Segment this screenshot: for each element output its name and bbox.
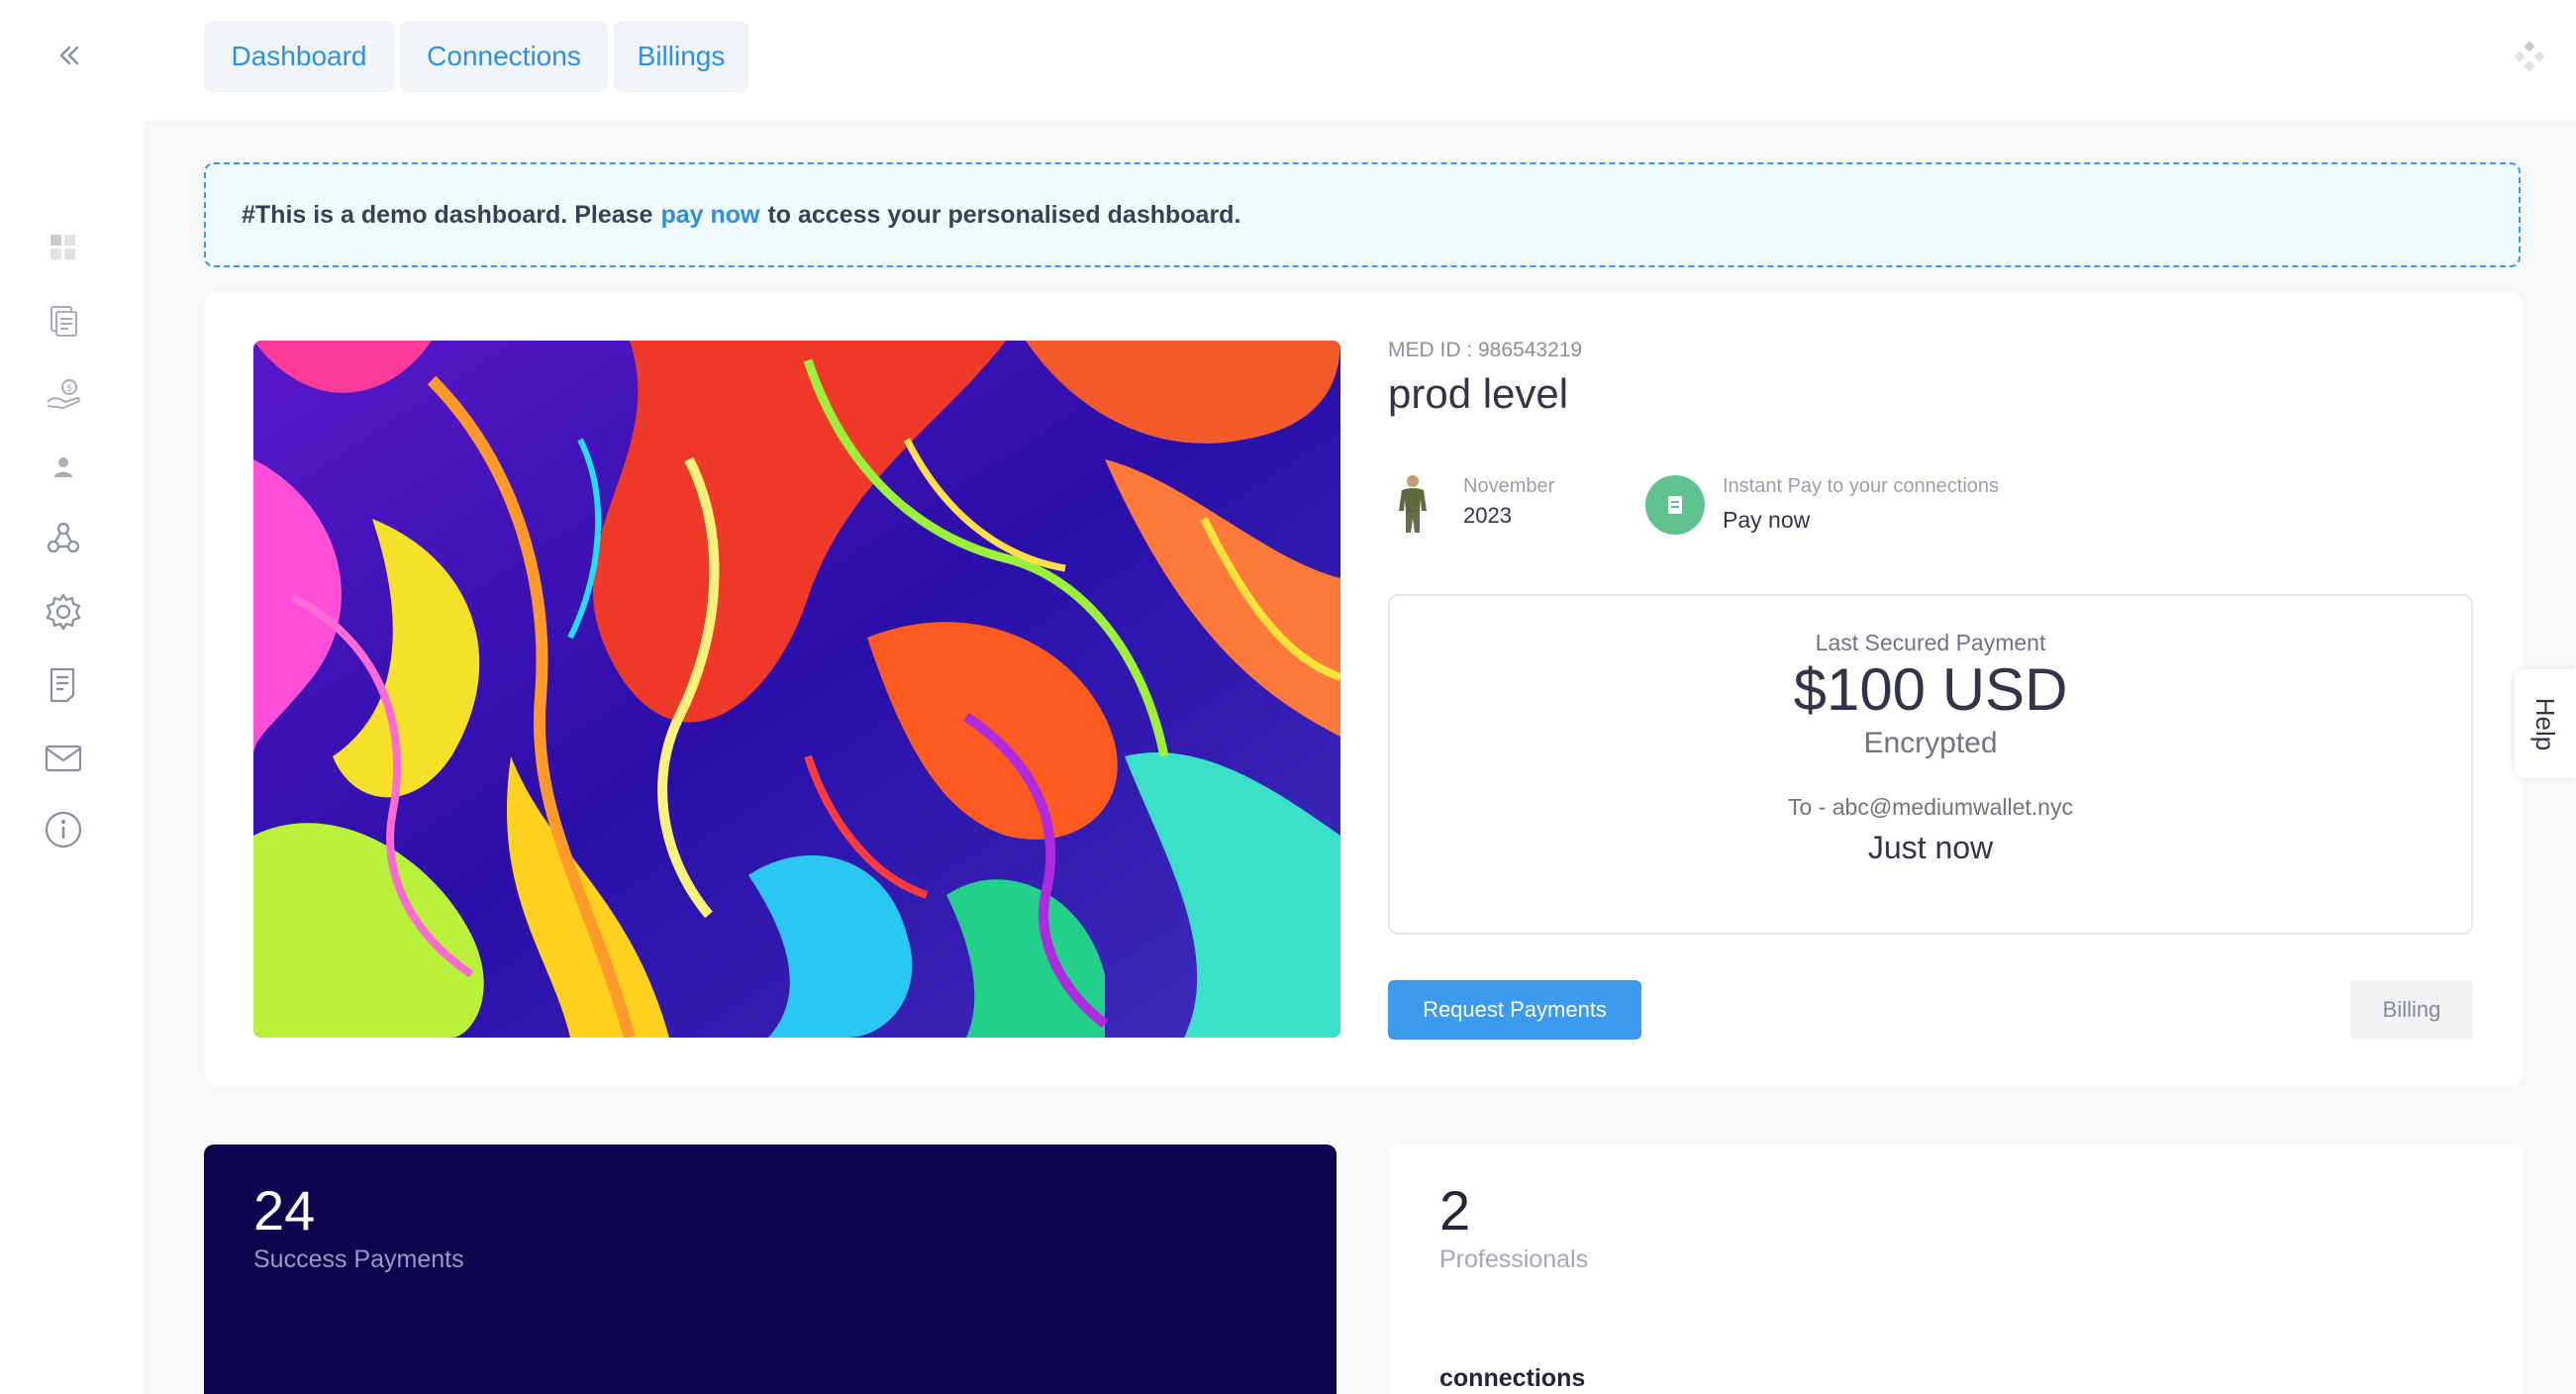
payments-icon: $ (47, 379, 80, 409)
help-tab[interactable]: Help (2515, 669, 2576, 778)
request-payments-button[interactable]: Request Payments (1388, 980, 1641, 1040)
last-payment-amount: $100 USD (1793, 656, 2068, 723)
pay-now-link[interactable]: pay now (660, 201, 759, 230)
member-since-year: 2023 (1463, 503, 1512, 528)
mail-icon (45, 745, 82, 772)
page-title: prod level (1388, 370, 1569, 417)
user-icon (54, 457, 72, 477)
wallet-icon (1668, 496, 1682, 514)
success-payments-count: 24 (253, 1179, 316, 1242)
med-id: MED ID : 986543219 (1388, 339, 1583, 361)
tab-dashboard[interactable]: Dashboard (204, 21, 394, 92)
double-chevron-left-icon (59, 46, 79, 65)
apps-icon[interactable] (2513, 40, 2546, 73)
banner-text-prefix: #This is a demo dashboard. Please (242, 200, 653, 229)
professionals-label: Professionals (1439, 1245, 1589, 1273)
profile-card: MED ID : 986543219 prod level November 2… (204, 291, 2523, 1087)
professionals-card: 2 Professionals connections (1390, 1145, 2523, 1394)
last-payment-time: Just now (1867, 830, 1994, 865)
info-icon (45, 811, 82, 848)
reports-icon (50, 667, 75, 703)
instant-pay-label: Instant Pay to your connections (1723, 475, 2000, 497)
last-payment-status: Encrypted (1863, 727, 1998, 759)
last-payment-panel: Last Secured Payment $100 USD Encrypted … (1388, 594, 2473, 935)
settings-icon (46, 593, 81, 631)
success-payments-label: Success Payments (253, 1245, 464, 1273)
connections-heading: connections (1439, 1364, 1586, 1392)
dashboard-icon (50, 235, 75, 259)
tab-label: Connections (427, 41, 581, 71)
pay-now-link[interactable]: Pay now (1723, 507, 1810, 534)
help-label: Help (2530, 697, 2561, 750)
professionals-count: 2 (1439, 1179, 1471, 1242)
sidebar: $ (0, 0, 145, 1394)
tab-connections[interactable]: Connections (400, 21, 608, 92)
sidebar-item-invoices[interactable] (40, 297, 87, 345)
member-avatar (1399, 475, 1427, 533)
sidebar-item-settings[interactable] (40, 588, 87, 636)
sidebar-item-profile[interactable] (40, 444, 87, 491)
abstract-artwork-image (253, 341, 1340, 1038)
sidebar-item-network[interactable] (40, 515, 87, 562)
invoice-icon (50, 306, 77, 337)
billing-button[interactable]: Billing (2350, 980, 2473, 1040)
sidebar-item-info[interactable] (40, 806, 87, 853)
demo-banner: #This is a demo dashboard. Please pay no… (204, 162, 2521, 267)
sidebar-item-mail[interactable] (40, 735, 87, 782)
member-since-month: November (1463, 475, 1555, 497)
sidebar-item-payments[interactable]: $ (40, 370, 87, 418)
success-payments-card: 24 Success Payments (204, 1145, 1337, 1394)
sidebar-item-reports[interactable] (40, 661, 87, 709)
tab-label: Dashboard (231, 41, 367, 71)
svg-text:$: $ (66, 383, 72, 394)
network-icon (47, 522, 80, 553)
banner-text-suffix: to access your personalised dashboard. (767, 200, 1241, 229)
last-payment-recipient: To - abc@mediumwallet.nyc (1788, 794, 2073, 820)
instant-pay-button[interactable] (1645, 475, 1705, 535)
tab-label: Billings (637, 41, 726, 71)
tab-billings[interactable]: Billings (614, 21, 748, 92)
top-header: Dashboard Connections Billings (145, 0, 2576, 121)
sidebar-item-dashboard[interactable] (40, 224, 87, 271)
last-payment-title: Last Secured Payment (1815, 630, 2046, 655)
collapse-sidebar-button[interactable] (46, 36, 93, 75)
